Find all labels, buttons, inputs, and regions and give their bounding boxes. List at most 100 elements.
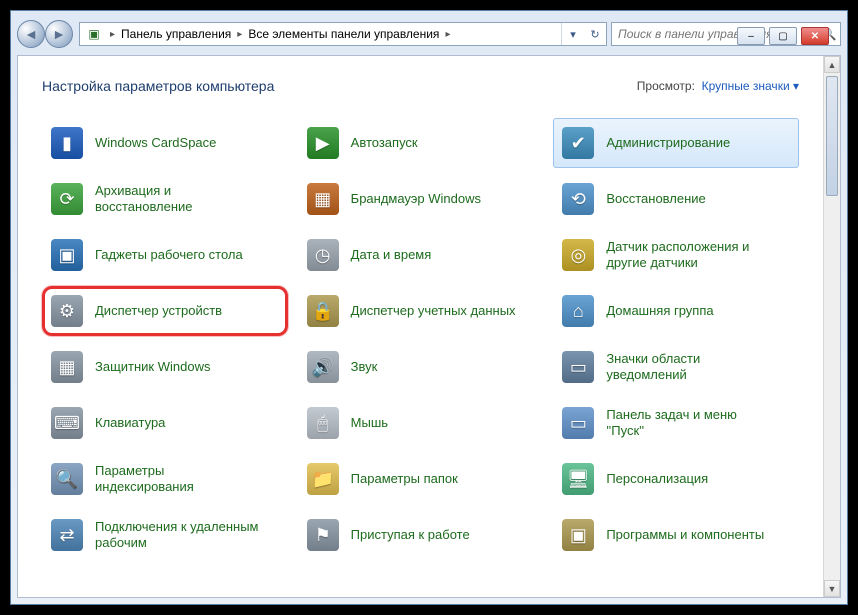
admin-tools-icon: ✔: [560, 125, 596, 161]
control-panel-item-mouse[interactable]: 🖱 Мышь: [298, 398, 544, 448]
scroll-down-button[interactable]: ▼: [824, 580, 840, 597]
control-panel-item-credential-mgr[interactable]: 🔒 Диспетчер учетных данных: [298, 286, 544, 336]
maximize-button[interactable]: ▢: [769, 27, 797, 45]
item-label: Параметры папок: [351, 471, 458, 487]
view-by: Просмотр: Крупные значки ▾: [637, 79, 799, 93]
scroll-thumb[interactable]: [826, 76, 838, 196]
close-button[interactable]: ✕: [801, 27, 829, 45]
breadcrumb-segment[interactable]: Все элементы панели управления: [244, 27, 443, 41]
item-label: Брандмауэр Windows: [351, 191, 481, 207]
item-label: Архивация и восстановление: [95, 183, 265, 214]
device-manager-icon: ⚙: [49, 293, 85, 329]
window-control-buttons: – ▢ ✕: [737, 27, 829, 45]
scroll-up-button[interactable]: ▲: [824, 56, 840, 73]
item-label: Диспетчер учетных данных: [351, 303, 516, 319]
content-pane: Настройка параметров компьютера Просмотр…: [17, 55, 841, 598]
control-panel-item-getting-started[interactable]: ⚑ Приступая к работе: [298, 510, 544, 560]
item-label: Датчик расположения и другие датчики: [606, 239, 776, 270]
control-panel-item-recovery[interactable]: ⟲ Восстановление: [553, 174, 799, 224]
item-label: Подключения к удаленным рабочим: [95, 519, 265, 550]
minimize-button[interactable]: –: [737, 27, 765, 45]
item-label: Windows CardSpace: [95, 135, 216, 151]
control-panel-item-gadgets[interactable]: ▣ Гаджеты рабочего стола: [42, 230, 288, 280]
control-panel-window: – ▢ ✕ ◄ ► ▣ ▸ Панель управления▸Все элем…: [10, 10, 848, 605]
item-label: Клавиатура: [95, 415, 165, 431]
control-panel-item-programs[interactable]: ▣ Программы и компоненты: [553, 510, 799, 560]
date-time-icon: ◷: [305, 237, 341, 273]
item-label: Диспетчер устройств: [95, 303, 222, 319]
getting-started-icon: ⚑: [305, 517, 341, 553]
control-panel-item-indexing[interactable]: 🔍 Параметры индексирования: [42, 454, 288, 504]
indexing-icon: 🔍: [49, 461, 85, 497]
chevron-right-icon: ▸: [108, 29, 117, 40]
chevron-right-icon: ▸: [235, 29, 244, 40]
control-panel-item-autoplay[interactable]: ▶ Автозапуск: [298, 118, 544, 168]
notification-icon: ▭: [560, 349, 596, 385]
item-label: Значки области уведомлений: [606, 351, 776, 382]
page-title: Настройка параметров компьютера: [42, 78, 274, 94]
control-panel-item-folder-opts[interactable]: 📁 Параметры папок: [298, 454, 544, 504]
item-label: Администрирование: [606, 135, 730, 151]
view-by-dropdown[interactable]: Крупные значки ▾: [702, 79, 799, 93]
control-panel-item-taskbar[interactable]: ▭ Панель задач и меню ''Пуск'': [553, 398, 799, 448]
navigation-bar: ◄ ► ▣ ▸ Панель управления▸Все элементы п…: [17, 17, 841, 51]
control-panel-item-keyboard[interactable]: ⌨ Клавиатура: [42, 398, 288, 448]
gadgets-icon: ▣: [49, 237, 85, 273]
remote-icon: ⇄: [49, 517, 85, 553]
personalize-icon: 🖥: [560, 461, 596, 497]
control-panel-item-notification[interactable]: ▭ Значки области уведомлений: [553, 342, 799, 392]
item-label: Приступая к работе: [351, 527, 470, 543]
item-label: Гаджеты рабочего стола: [95, 247, 243, 263]
control-panel-item-cardspace[interactable]: ▮ Windows CardSpace: [42, 118, 288, 168]
sensors-icon: ◎: [560, 237, 596, 273]
control-panel-item-sensors[interactable]: ◎ Датчик расположения и другие датчики: [553, 230, 799, 280]
address-bar[interactable]: ▣ ▸ Панель управления▸Все элементы панел…: [79, 22, 607, 46]
defender-icon: ▦: [49, 349, 85, 385]
dropdown-button[interactable]: ▾: [562, 23, 584, 45]
breadcrumb: Панель управления▸Все элементы панели уп…: [117, 27, 561, 41]
cardspace-icon: ▮: [49, 125, 85, 161]
item-label: Восстановление: [606, 191, 705, 207]
item-label: Дата и время: [351, 247, 432, 263]
taskbar-icon: ▭: [560, 405, 596, 441]
sound-icon: 🔊: [305, 349, 341, 385]
forward-button[interactable]: ►: [45, 20, 73, 48]
control-panel-item-personalize[interactable]: 🖥Персонализация: [553, 454, 799, 504]
control-panel-item-backup[interactable]: ⟳ Архивация и восстановление: [42, 174, 288, 224]
item-label: Панель задач и меню ''Пуск'': [606, 407, 776, 438]
breadcrumb-segment[interactable]: Панель управления: [117, 27, 235, 41]
control-panel-item-device-manager[interactable]: ⚙ Диспетчер устройств: [42, 286, 288, 336]
items-grid: ▮ Windows CardSpace ▶ Автозапуск ✔ Администри…: [42, 118, 799, 560]
folder-opts-icon: 📁: [305, 461, 341, 497]
item-label: Программы и компоненты: [606, 527, 764, 543]
recovery-icon: ⟲: [560, 181, 596, 217]
keyboard-icon: ⌨: [49, 405, 85, 441]
refresh-button[interactable]: ↻: [584, 23, 606, 45]
mouse-icon: 🖱: [305, 405, 341, 441]
credential-mgr-icon: 🔒: [305, 293, 341, 329]
item-label: Автозапуск: [351, 135, 418, 151]
control-panel-item-remote[interactable]: ⇄ Подключения к удаленным рабочим: [42, 510, 288, 560]
firewall-icon: ▦: [305, 181, 341, 217]
programs-icon: ▣: [560, 517, 596, 553]
control-panel-item-firewall[interactable]: ▦ Брандмауэр Windows: [298, 174, 544, 224]
item-label: Звук: [351, 359, 378, 375]
chevron-right-icon: ▸: [443, 29, 452, 40]
autoplay-icon: ▶: [305, 125, 341, 161]
view-by-label: Просмотр:: [637, 79, 695, 93]
item-label: Домашняя группа: [606, 303, 713, 319]
scroll-area: Настройка параметров компьютера Просмотр…: [18, 56, 823, 597]
item-label: Параметры индексирования: [95, 463, 265, 494]
backup-icon: ⟳: [49, 181, 85, 217]
control-panel-item-homegroup[interactable]: ⌂ Домашняя группа: [553, 286, 799, 336]
scrollbar[interactable]: ▲ ▼: [823, 56, 840, 597]
control-panel-item-defender[interactable]: ▦ Защитник Windows: [42, 342, 288, 392]
control-panel-icon: ▣: [84, 24, 104, 44]
homegroup-icon: ⌂: [560, 293, 596, 329]
back-button[interactable]: ◄: [17, 20, 45, 48]
control-panel-item-admin-tools[interactable]: ✔ Администрирование: [553, 118, 799, 168]
item-label: Мышь: [351, 415, 388, 431]
control-panel-item-sound[interactable]: 🔊 Звук: [298, 342, 544, 392]
item-label: Защитник Windows: [95, 359, 210, 375]
control-panel-item-date-time[interactable]: ◷ Дата и время: [298, 230, 544, 280]
